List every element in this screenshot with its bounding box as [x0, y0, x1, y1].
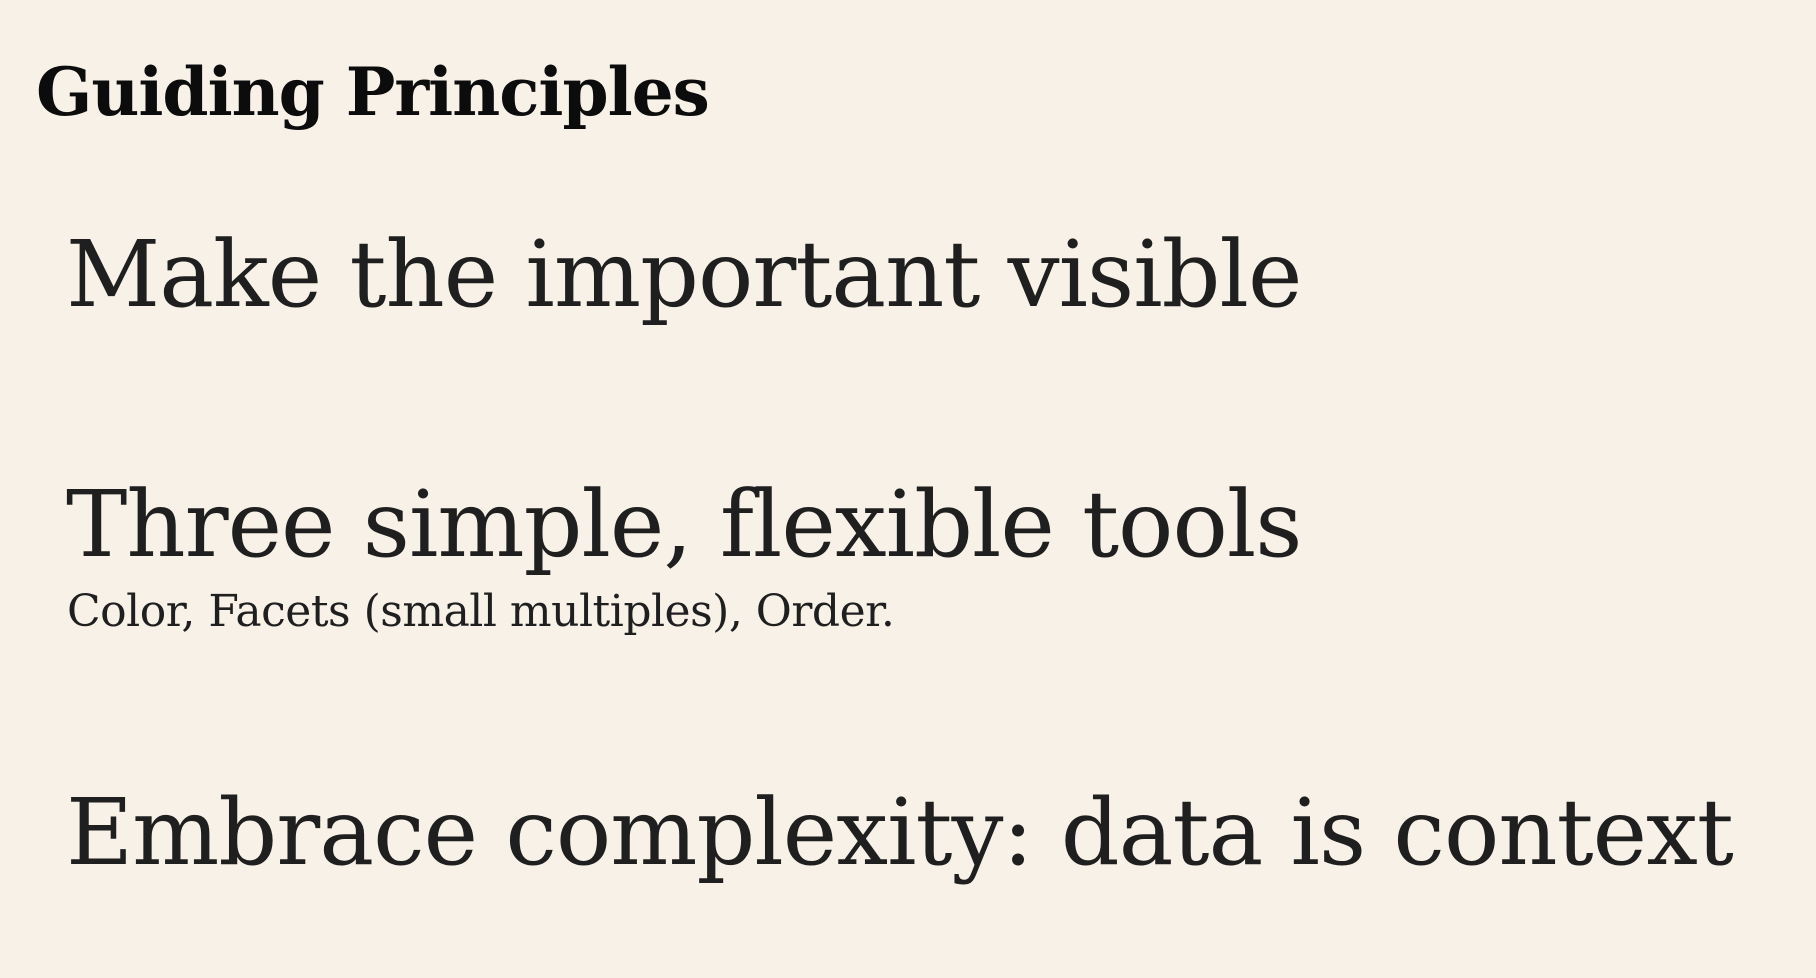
- slide: Guiding Principles Make the important vi…: [0, 0, 1816, 978]
- principle-make-important-visible: Make the important visible: [66, 221, 1302, 328]
- principle-three-simple-tools-detail: Color, Facets (small multiples), Order.: [67, 586, 895, 637]
- principle-embrace-complexity: Embrace complexity: data is context: [66, 779, 1734, 886]
- principle-three-simple-tools: Three simple, flexible tools: [66, 471, 1302, 578]
- page-title: Guiding Principles: [36, 53, 710, 131]
